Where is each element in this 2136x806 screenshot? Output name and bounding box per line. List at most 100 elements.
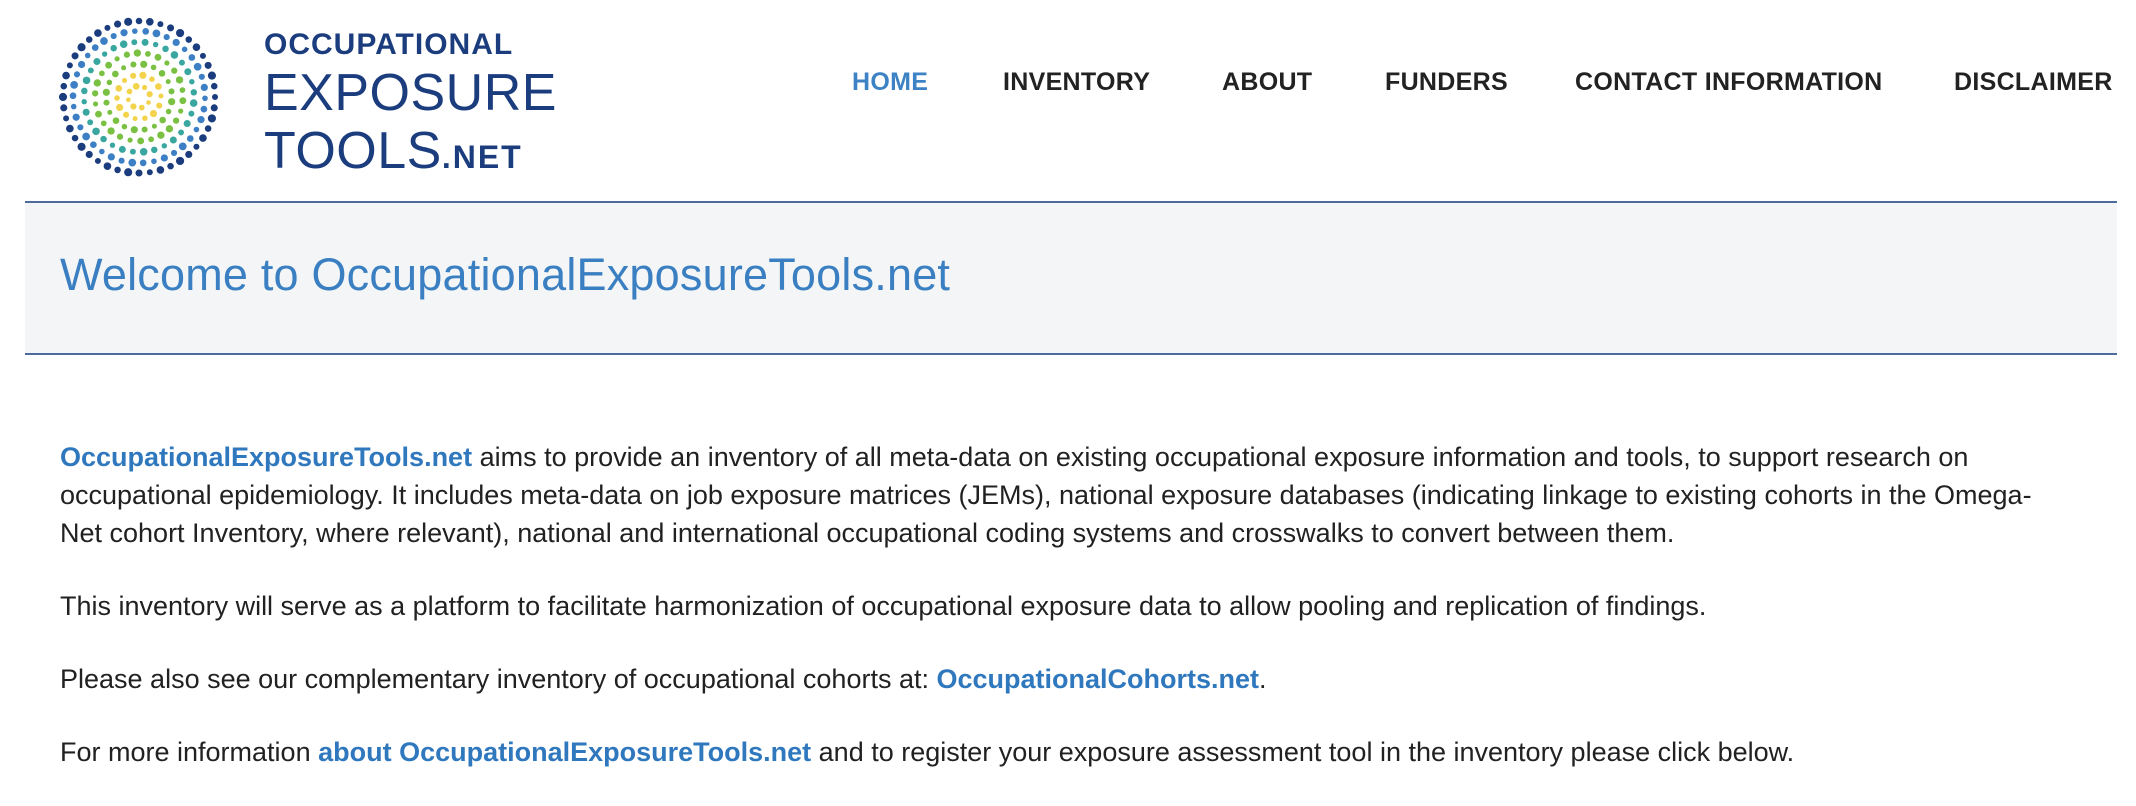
logo-dot [197, 116, 205, 124]
nav-funders[interactable]: FUNDERS [1385, 68, 1508, 97]
logo-dot [200, 105, 208, 113]
logo-dot [149, 109, 158, 118]
logo-dot [114, 56, 120, 62]
logo-dot [120, 29, 128, 37]
logo-dot [159, 116, 166, 124]
nav-about[interactable]: ABOUT [1222, 68, 1312, 97]
logo-dot [152, 29, 161, 38]
logo-dot [178, 129, 185, 136]
logo-dot [107, 109, 113, 115]
logo-dot [172, 38, 180, 47]
logo-dot [100, 120, 107, 127]
logo-dot [72, 113, 80, 121]
logo-dot [110, 44, 117, 52]
logo-dot [161, 143, 167, 149]
logo-dot [162, 45, 169, 53]
logo-dot [85, 36, 93, 43]
page-title: Welcome to OccupationalExposureTools.net [60, 249, 951, 300]
logo-dot [176, 28, 185, 38]
logo-dot [192, 43, 201, 52]
logo-dot [87, 119, 94, 126]
logo-line-occupational: OCCUPATIONAL [264, 28, 514, 61]
logo-dot [139, 159, 147, 167]
more-info-text-before: For more information [60, 737, 319, 767]
logo-dot [91, 44, 99, 51]
logo-dot [204, 125, 212, 132]
logo-dot [169, 136, 177, 144]
logo-wordmark: OCCUPATIONAL EXPOSURE TOOLS.NET [264, 26, 557, 186]
logo-dot [154, 53, 162, 61]
logo-dot [94, 157, 101, 164]
logo-dot [130, 126, 138, 134]
logo-dot [193, 143, 200, 150]
logo-dot [110, 32, 117, 40]
logo-dot [93, 58, 101, 66]
logo-dot [71, 134, 79, 142]
logo-dot [165, 108, 172, 115]
logo-dot [92, 127, 100, 136]
logo-dot [124, 168, 133, 177]
about-site-link[interactable]: about OccupationalExposureTools.net [318, 737, 811, 767]
logo-dot [163, 34, 170, 41]
logo-dot [135, 17, 143, 25]
nav-contact-information[interactable]: CONTACT INFORMATION [1575, 68, 1883, 97]
logo-dot [151, 146, 158, 154]
logo-dot [116, 133, 124, 140]
logo-dot [107, 153, 115, 161]
logo-dot [130, 61, 137, 68]
logo-dot [157, 21, 164, 28]
cohorts-text-before: Please also see our complementary invent… [60, 664, 937, 694]
logo-tools-text: TOOLS [264, 122, 442, 180]
logo-dot [142, 28, 150, 35]
logo-dot [152, 41, 159, 48]
nav-disclaimer[interactable]: DISCLAIMER [1954, 68, 2113, 97]
logo-dot [118, 145, 126, 153]
logo-dot [164, 60, 170, 66]
logo-dot [210, 104, 218, 112]
logo-dot [66, 124, 74, 133]
site-name-link[interactable]: OccupationalExposureTools.net [60, 442, 472, 472]
logo-dot [142, 115, 148, 121]
logo-dot [165, 125, 174, 133]
logo-dot [183, 120, 191, 128]
logo-dot [160, 154, 168, 162]
logo-dot [99, 148, 105, 155]
logo-dot [135, 169, 143, 177]
logo-dot [119, 40, 128, 48]
logo-dot [70, 103, 77, 110]
logo-dot [137, 137, 145, 145]
cohorts-text-after: . [1259, 664, 1267, 694]
logo-dot [170, 149, 178, 157]
logo-dot [112, 117, 120, 124]
occupational-cohorts-link[interactable]: OccupationalCohorts.net [936, 664, 1259, 694]
logo-dot [94, 29, 102, 37]
logo-dot [170, 51, 179, 59]
logo-dot [156, 166, 165, 174]
more-info-paragraph: For more information about OccupationalE… [60, 733, 2070, 771]
logo-dot [124, 17, 133, 26]
logo-dot [100, 37, 108, 45]
logo-dot [132, 28, 138, 34]
logo-dot [95, 110, 102, 118]
logo-dot [178, 142, 187, 151]
logo-dot [60, 104, 68, 112]
logo-dot [130, 103, 137, 110]
nav-inventory[interactable]: INVENTORY [1003, 68, 1150, 97]
logo-dot [140, 60, 148, 68]
welcome-banner: Welcome to OccupationalExposureTools.net [25, 201, 2117, 355]
platform-paragraph: This inventory will serve as a platform … [60, 591, 1707, 621]
logo-dot [188, 54, 196, 61]
logo-dot [116, 103, 124, 112]
nav-home[interactable]: HOME [852, 68, 928, 97]
main-content: OccupationalExposureTools.net aims to pr… [60, 438, 2070, 806]
logo-dot [77, 124, 84, 131]
more-info-text-after: and to register your exposure assessment… [811, 737, 1795, 767]
logo-dot [207, 114, 216, 123]
cohorts-paragraph: Please also see our complementary invent… [60, 660, 2070, 698]
logo-dot [178, 59, 185, 66]
logo-dot [84, 52, 91, 59]
logo-dot [77, 60, 86, 69]
logo-dot [138, 104, 145, 111]
logo-dot [118, 157, 125, 164]
logo-dot [139, 148, 148, 156]
